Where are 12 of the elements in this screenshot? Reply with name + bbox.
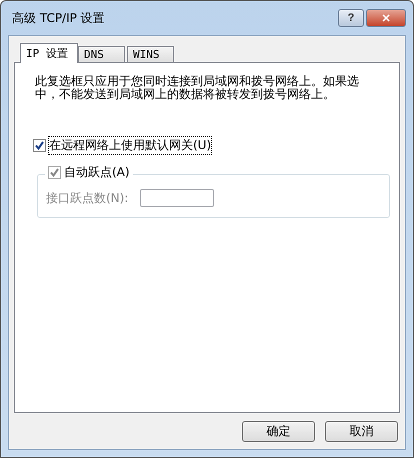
- checkbox[interactable]: [33, 139, 46, 152]
- tab[interactable]: IP 设置: [20, 43, 78, 63]
- tab[interactable]: WINS: [127, 46, 174, 63]
- tab[interactable]: DNS: [78, 46, 125, 63]
- window-title: 高级 TCP/IP 设置: [11, 10, 105, 26]
- field-label: 接口跃点数(N):: [46, 190, 128, 206]
- help-button[interactable]: ?: [338, 9, 364, 27]
- dialog-button[interactable]: 取消: [325, 421, 398, 442]
- checkbox-label: 在远程网络上使用默认网关(U): [49, 137, 212, 154]
- checkbox-label: 自动跃点(A): [64, 164, 130, 181]
- description-text: 此复选框只应用于您同时连接到局域网和拨号网络上。如果选中，不能发送到局域网上的数据将被转发到拨号网络上。: [35, 75, 360, 101]
- dialog-button[interactable]: 确定: [242, 421, 315, 442]
